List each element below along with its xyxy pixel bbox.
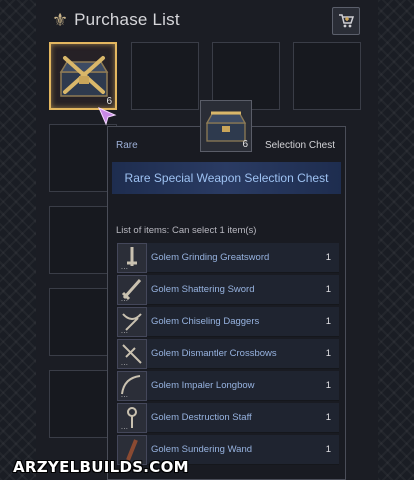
panel-title: Purchase List (74, 10, 180, 29)
selection-item-row[interactable]: ... Golem Destruction Staff 1 (117, 403, 339, 433)
panel-header: ⚜ Purchase List (52, 8, 180, 32)
selection-item-row[interactable]: ... Golem Dismantler Crossbows 1 (117, 339, 339, 369)
fleur-de-lis-icon: ⚜ (52, 10, 69, 30)
item-name: Golem Shattering Sword (151, 284, 255, 295)
longbow-icon: ... (117, 371, 147, 401)
item-quantity: 1 (325, 316, 331, 327)
left-ornate-border (0, 0, 37, 480)
item-type: Selection Chest (264, 140, 335, 151)
purchase-slot-selected[interactable]: 6 (49, 42, 117, 110)
tooltip-item-icon: 6 (200, 100, 252, 152)
mouse-cursor-icon (98, 107, 117, 126)
purchase-slot[interactable] (131, 42, 199, 110)
item-name: Golem Destruction Staff (151, 412, 252, 423)
item-name: Rare Special Weapon Selection Chest (124, 171, 329, 185)
selection-item-row[interactable]: ... Golem Shattering Sword 1 (117, 275, 339, 305)
item-name: Golem Impaler Longbow (151, 380, 255, 391)
site-watermark: ARZYELBUILDS.COM (13, 458, 189, 476)
item-quantity: 1 (325, 348, 331, 359)
cart-button[interactable] (332, 7, 360, 35)
daggers-icon: ... (117, 307, 147, 337)
item-quantity: 1 (325, 284, 331, 295)
selection-item-row[interactable]: ... Golem Chiseling Daggers 1 (117, 307, 339, 337)
item-grade: Rare (116, 140, 138, 151)
item-tooltip: Rare Selection Chest Rare Special Weapon… (107, 126, 346, 480)
staff-icon: ... (117, 403, 147, 433)
selection-list-label: List of items: Can select 1 item(s) (116, 225, 257, 236)
selection-chest-icon (59, 56, 109, 97)
selection-item-row[interactable]: ... Golem Grinding Greatsword 1 (117, 243, 339, 273)
greatsword-icon: ... (117, 243, 147, 273)
item-quantity: 1 (325, 444, 331, 455)
item-name-bar: Rare Special Weapon Selection Chest (112, 162, 341, 194)
cart-icon (339, 14, 355, 28)
selection-item-row[interactable]: ... Golem Impaler Longbow 1 (117, 371, 339, 401)
crossbow-icon: ... (117, 339, 147, 369)
item-quantity: 1 (325, 412, 331, 423)
tooltip-item-count: 6 (242, 139, 248, 150)
sword-icon: ... (117, 275, 147, 305)
item-quantity: 1 (325, 252, 331, 263)
right-ornate-border (377, 0, 414, 480)
item-quantity: 1 (325, 380, 331, 391)
item-name: Golem Dismantler Crossbows (151, 348, 277, 359)
item-name: Golem Chiseling Daggers (151, 316, 260, 327)
item-name: Golem Grinding Greatsword (151, 252, 270, 263)
purchase-slot[interactable] (293, 42, 361, 110)
item-name: Golem Sundering Wand (151, 444, 253, 455)
